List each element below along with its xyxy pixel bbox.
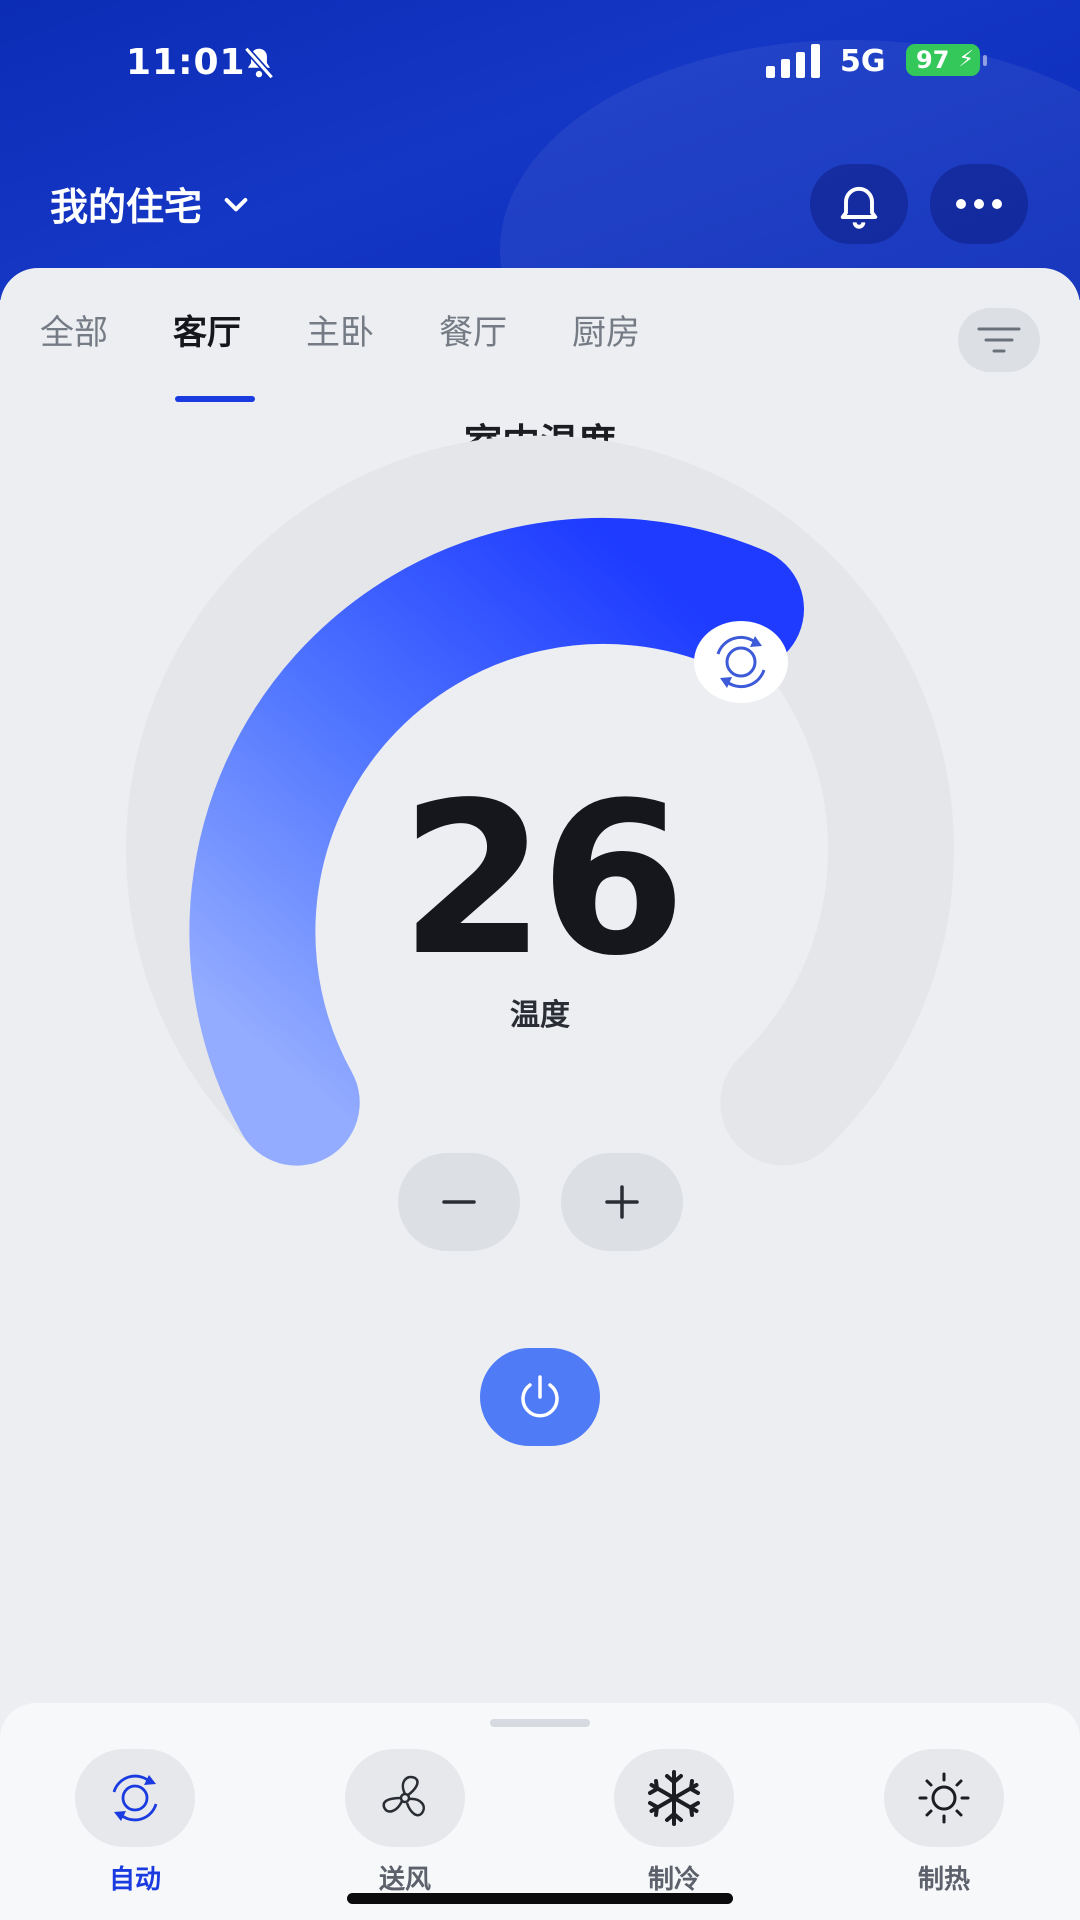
filter-button[interactable]: [958, 308, 1040, 372]
header: 11:01 5G 97 ⚡ 我的住宅: [0, 0, 1080, 460]
mode-heat-label: 制热: [917, 1865, 970, 1895]
mode-sheet: 自动 送风 制冷 制热: [0, 1703, 1080, 1920]
mode-heat[interactable]: 制热: [884, 1749, 1004, 1896]
mode-fan-label: 送风: [378, 1865, 431, 1895]
plus-icon: [605, 1185, 639, 1219]
thermometer-icon: [490, 470, 507, 507]
target-temperature-label: 温度: [510, 998, 570, 1033]
indoor-temperature-title: 室内温度: [463, 421, 616, 465]
battery-level: 97: [916, 46, 950, 74]
room-tabs: 全部 客厅 主卧 餐厅 厨房: [40, 308, 705, 402]
home-name: 我的住宅: [50, 185, 203, 229]
status-time: 11:01: [126, 42, 246, 83]
mode-cool[interactable]: 制冷: [614, 1749, 734, 1896]
target-temperature: 26: [399, 757, 686, 1002]
power-button[interactable]: [480, 1348, 600, 1446]
bell-slash-icon: [243, 46, 275, 80]
mode-cool-label: 制冷: [647, 1865, 700, 1895]
network-type: 5G: [840, 44, 886, 79]
home-selector[interactable]: 我的住宅: [50, 176, 252, 231]
battery-cap: [983, 55, 987, 66]
mode-auto-icon-wrap: [75, 1749, 195, 1847]
tab-all[interactable]: 全部: [40, 308, 173, 368]
bell-icon: [840, 186, 878, 229]
power-icon: [521, 1375, 559, 1418]
status-bar: 11:01 5G 97 ⚡: [0, 30, 1080, 90]
tab-kitchen[interactable]: 厨房: [572, 308, 705, 368]
mode-auto[interactable]: 自动: [75, 1749, 195, 1896]
battery-indicator: 97 ⚡: [906, 44, 980, 76]
indoor-temperature-value: -°C: [531, 466, 595, 510]
main-content: 全部 客厅 主卧 餐厅 厨房 室内温度 -°C: [0, 268, 1080, 1920]
notifications-button[interactable]: [810, 164, 908, 244]
more-dots-icon: [956, 199, 1002, 209]
signal-icon: [766, 44, 820, 78]
sheet-handle[interactable]: [490, 1719, 590, 1727]
decrease-temperature-button[interactable]: [398, 1153, 520, 1251]
app-screen: 11:01 5G 97 ⚡ 我的住宅 全部 客厅 主卧 餐厅 厨房 室内温度 -…: [0, 0, 1080, 1920]
fan-mode-icon: [382, 1775, 426, 1817]
minus-icon: [442, 1200, 476, 1204]
mode-cool-icon-wrap: [614, 1749, 734, 1847]
mode-auto-label: 自动: [108, 1865, 161, 1895]
filter-icon: [977, 327, 1021, 353]
more-button[interactable]: [930, 164, 1028, 244]
chevron-down-icon: [224, 197, 248, 211]
mode-fan-icon-wrap: [345, 1749, 465, 1847]
mode-fan[interactable]: 送风: [345, 1749, 465, 1896]
tab-dining-room[interactable]: 餐厅: [439, 308, 572, 368]
increase-temperature-button[interactable]: [561, 1153, 683, 1251]
charging-bolt-icon: ⚡: [958, 47, 974, 72]
snowflake-icon: [648, 1770, 700, 1826]
home-indicator: [347, 1893, 733, 1904]
tab-master-bedroom[interactable]: 主卧: [306, 308, 439, 368]
auto-mode-icon: [112, 1774, 158, 1822]
sun-icon: [918, 1772, 970, 1824]
mode-heat-icon-wrap: [884, 1749, 1004, 1847]
tab-living-room[interactable]: 客厅: [173, 308, 306, 402]
dial-handle[interactable]: [694, 621, 788, 703]
indoor-temperature-row: -°C: [0, 466, 1080, 510]
